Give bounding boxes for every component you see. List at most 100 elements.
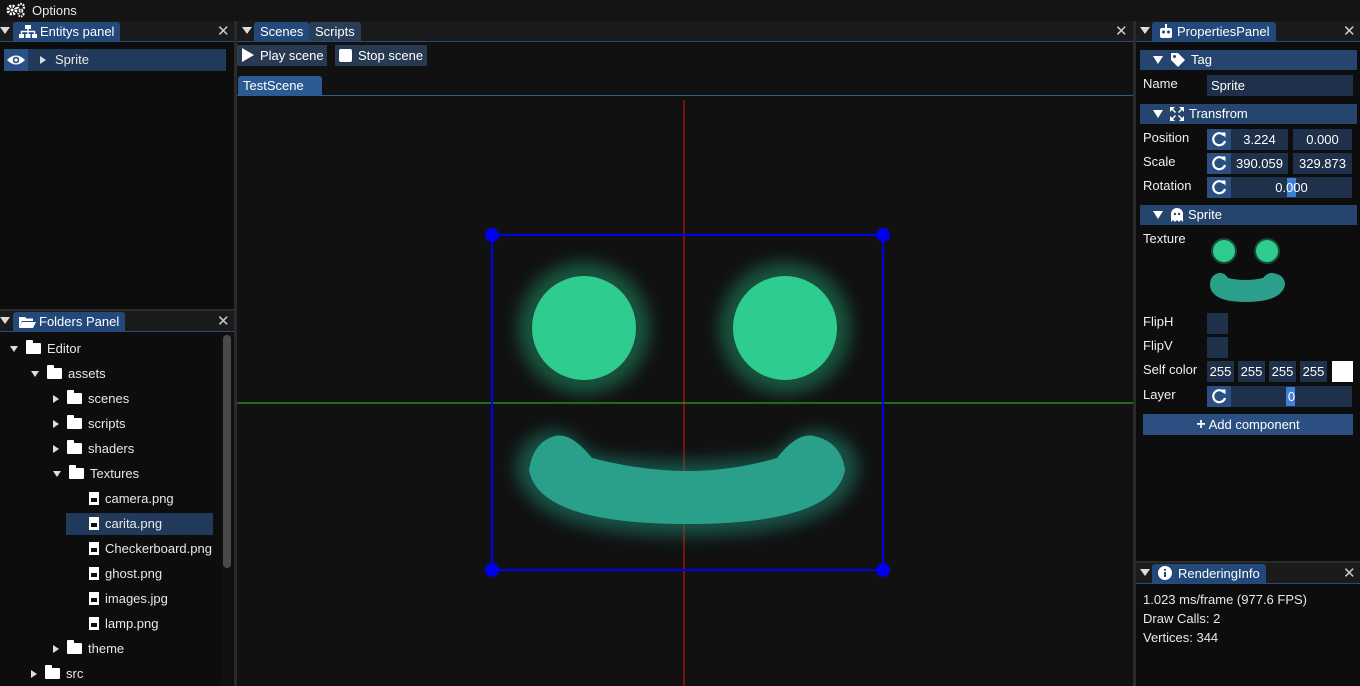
position-x-input[interactable]: 3.224 <box>1231 129 1288 150</box>
collapsed-arrow-icon[interactable] <box>53 645 59 653</box>
gear-icon[interactable] <box>6 2 26 21</box>
collapse-icon[interactable] <box>242 27 252 34</box>
tree-file[interactable]: images.jpg <box>89 588 168 610</box>
tree-file-selected[interactable]: carita.png <box>66 513 213 535</box>
tree-file[interactable]: Checkerboard.png <box>89 538 212 560</box>
tree-folder-editor[interactable]: Editor <box>10 338 81 360</box>
tree-folder-shaders[interactable]: shaders <box>53 438 134 460</box>
draw-calls-text: Draw Calls: 2 <box>1143 611 1221 626</box>
fliph-checkbox[interactable] <box>1207 313 1228 334</box>
tree-folder-scenes[interactable]: scenes <box>53 388 129 410</box>
gizmo-handle[interactable] <box>876 563 890 577</box>
color-swatch[interactable] <box>1332 361 1353 382</box>
collapsed-arrow-icon[interactable] <box>31 670 37 678</box>
ghost-icon <box>1171 208 1183 222</box>
collapsed-arrow-icon[interactable] <box>53 395 59 403</box>
color-g-input[interactable]: 255 <box>1238 361 1265 382</box>
tab-entities[interactable]: Entitys panel <box>13 22 121 41</box>
expanded-arrow-icon[interactable] <box>31 371 39 377</box>
position-y-input[interactable]: 0.000 <box>1293 129 1352 150</box>
reset-rotation-button[interactable] <box>1207 177 1231 198</box>
stop-scene-button[interactable]: Stop scene <box>335 45 427 66</box>
tab-folders[interactable]: Folders Panel <box>13 312 126 331</box>
stop-icon <box>339 49 352 62</box>
tree-label: ghost.png <box>105 566 163 581</box>
folders-panel: Folders Panel ✕ Editor assets scenes scr… <box>0 311 234 686</box>
collapse-icon[interactable] <box>0 27 10 34</box>
tree-folder-textures[interactable]: Textures <box>53 463 139 485</box>
flipv-checkbox[interactable] <box>1207 337 1228 358</box>
options-menu[interactable]: Options <box>32 3 77 18</box>
tab-testscene[interactable]: TestScene <box>238 76 322 95</box>
gizmo-handle[interactable] <box>485 563 499 577</box>
close-icon[interactable]: ✕ <box>1115 22 1128 40</box>
tree-folder-scripts[interactable]: scripts <box>53 413 126 435</box>
color-a-input[interactable]: 255 <box>1300 361 1327 382</box>
folder-icon <box>45 665 60 679</box>
color-r-input[interactable]: 255 <box>1207 361 1234 382</box>
close-icon[interactable]: ✕ <box>1343 564 1356 582</box>
tree-folder-theme[interactable]: theme <box>53 638 124 660</box>
scale-label: Scale <box>1143 154 1176 169</box>
tag-icon <box>1171 53 1185 67</box>
rotation-value: 0.000 <box>1275 180 1308 195</box>
collapsed-arrow-icon[interactable] <box>53 420 59 428</box>
tree-file[interactable]: ghost.png <box>89 563 162 585</box>
name-input[interactable]: Sprite <box>1207 75 1353 96</box>
reset-position-button[interactable] <box>1207 129 1231 150</box>
texture-label: Texture <box>1143 231 1186 246</box>
tree-label: assets <box>68 366 106 381</box>
tree-label: scripts <box>88 416 126 431</box>
plus-icon: + <box>1196 416 1206 433</box>
collapse-icon[interactable] <box>1140 27 1150 34</box>
layer-slider[interactable]: 0 <box>1231 386 1352 407</box>
tab-rendering-info[interactable]: RenderingInfo <box>1152 564 1266 583</box>
close-icon[interactable]: ✕ <box>217 22 230 40</box>
reset-layer-button[interactable] <box>1207 386 1231 407</box>
gizmo-handle[interactable] <box>485 228 499 242</box>
play-scene-button[interactable]: Play scene <box>237 45 327 66</box>
tab-scenes[interactable]: Scenes <box>254 22 310 41</box>
scene-viewport[interactable] <box>237 96 1133 686</box>
section-transform[interactable]: Transfrom <box>1140 104 1357 124</box>
close-icon[interactable]: ✕ <box>1343 22 1356 40</box>
section-tag[interactable]: Tag <box>1140 50 1357 70</box>
gizmo-handle[interactable] <box>876 228 890 242</box>
tree-folder-src[interactable]: src <box>31 663 83 685</box>
reset-scale-button[interactable] <box>1207 153 1231 174</box>
position-label: Position <box>1143 130 1190 145</box>
scale-y-input[interactable]: 329.873 <box>1293 153 1352 174</box>
tree-label: Editor <box>47 341 81 356</box>
image-file-icon <box>89 517 99 530</box>
collapsed-arrow-icon[interactable] <box>53 445 59 453</box>
tab-properties[interactable]: PropertiesPanel <box>1152 22 1276 41</box>
tree-file[interactable]: lamp.png <box>89 613 158 635</box>
tree-file[interactable]: camera.png <box>89 488 174 510</box>
reset-icon <box>1212 156 1227 171</box>
eye-icon[interactable] <box>4 49 28 71</box>
texture-preview[interactable] <box>1207 232 1291 306</box>
reset-icon <box>1212 132 1227 147</box>
expand-arrow-icon[interactable] <box>40 56 46 64</box>
collapse-icon[interactable] <box>0 317 10 324</box>
properties-panel-header: PropertiesPanel ✕ <box>1136 21 1360 42</box>
section-sprite[interactable]: Sprite <box>1140 205 1357 225</box>
folder-icon <box>69 465 84 479</box>
scrollbar-track[interactable] <box>221 333 233 686</box>
add-component-button[interactable]: + Add component <box>1143 414 1353 435</box>
collapse-icon[interactable] <box>1140 569 1150 576</box>
color-b-input[interactable]: 255 <box>1269 361 1296 382</box>
expanded-arrow-icon[interactable] <box>53 471 61 477</box>
expanded-arrow-icon[interactable] <box>10 346 18 352</box>
close-icon[interactable]: ✕ <box>217 312 230 330</box>
scrollbar-thumb[interactable] <box>223 335 231 568</box>
expand-icon <box>1170 107 1184 121</box>
tree-folder-assets[interactable]: assets <box>31 363 106 385</box>
folder-icon <box>67 440 82 454</box>
entity-row[interactable]: Sprite <box>4 49 226 71</box>
tab-scripts[interactable]: Scripts <box>309 22 361 41</box>
scale-x-input[interactable]: 390.059 <box>1231 153 1288 174</box>
sprite-carita[interactable] <box>515 262 859 536</box>
scene-panel-header: Scenes Scripts ✕ <box>237 21 1133 42</box>
rotation-slider[interactable]: 0.000 <box>1231 177 1352 198</box>
